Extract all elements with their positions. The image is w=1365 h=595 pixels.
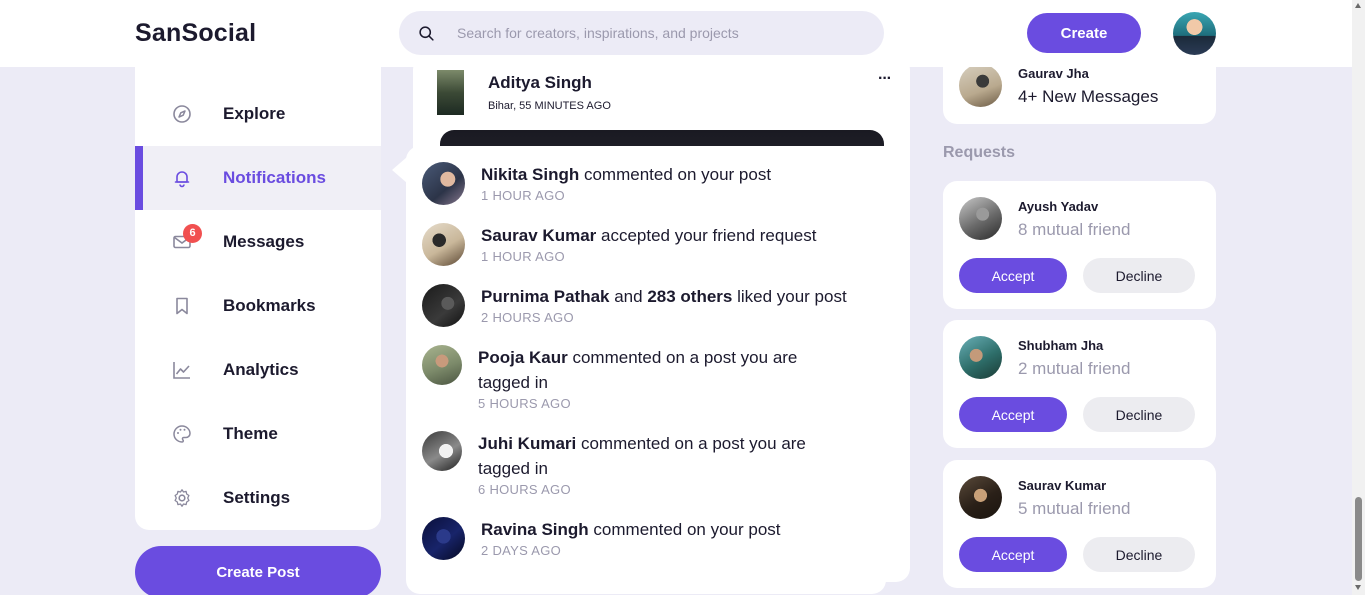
accept-button[interactable]: Accept [959,258,1067,293]
notification-avatar[interactable] [422,223,465,266]
notification-time: 6 HOURS AGO [478,482,571,497]
notification-time: 2 DAYS AGO [481,543,562,558]
notification-avatar[interactable] [422,431,462,471]
create-button[interactable]: Create [1027,13,1141,53]
notification-text: Purnima Pathak and 283 others liked your… [481,287,847,306]
sidebar-item-analytics[interactable]: Analytics [135,338,381,402]
search-icon [419,26,434,41]
accept-button[interactable]: Accept [959,537,1067,572]
notification-avatar[interactable] [422,162,465,205]
request-mutual: 8 mutual friend [1018,220,1131,239]
notification-text: Juhi Kumari commented on a post you are … [478,434,806,478]
sidebar-item-label: Settings [223,488,291,507]
app-logo[interactable]: SanSocial [135,19,256,48]
notification-text: Pooja Kaur commented on a post you are t… [478,348,798,392]
notification-user[interactable]: Pooja Kaur [478,348,568,367]
sidebar-item-label: Messages [223,232,305,251]
messages-badge: 6 [183,224,202,243]
request-mutual: 2 mutual friend [1018,359,1131,378]
sidebar-item-messages[interactable]: 6 Messages [135,210,381,274]
notification-user[interactable]: Saurav Kumar [481,226,596,245]
messages-count: 4+ New Messages [1018,87,1159,106]
request-name[interactable]: Ayush Yadav [1018,199,1098,214]
more-options-icon[interactable]: ··· [878,70,892,88]
notification-user[interactable]: Purnima Pathak [481,287,610,306]
top-bar: SanSocial Create [0,0,1352,67]
notification-user[interactable]: Juhi Kumari [478,434,576,453]
scroll-down-arrow-icon[interactable] [1355,585,1361,590]
notifications-popup: Nikita Singh commented on your post 1 HO… [406,146,886,594]
sidebar-item-bookmarks[interactable]: Bookmarks [135,274,381,338]
sidebar-item-explore[interactable]: Explore [135,82,381,146]
messages-avatar[interactable] [959,64,1002,107]
user-avatar[interactable] [1173,12,1216,55]
sidebar-item-label: Bookmarks [223,296,316,315]
notification-avatar[interactable] [422,345,462,385]
post-author-name[interactable]: Aditya Singh [488,73,592,93]
sidebar-item-label: Explore [223,104,286,123]
page-scrollbar[interactable] [1352,0,1365,595]
request-avatar[interactable] [959,336,1002,379]
friend-request-card: Ayush Yadav 8 mutual friend Accept Decli… [943,181,1216,309]
requests-heading: Requests [943,144,1016,161]
post-meta: Bihar, 55 MINUTES AGO [488,100,611,112]
sidebar-item-settings[interactable]: Settings [135,466,381,530]
sidebar-item-theme[interactable]: Theme [135,402,381,466]
friend-request-card: Shubham Jha 2 mutual friend Accept Decli… [943,320,1216,448]
decline-button[interactable]: Decline [1083,537,1195,572]
request-mutual: 5 mutual friend [1018,499,1131,518]
post-author-avatar[interactable] [437,70,464,115]
decline-button[interactable]: Decline [1083,397,1195,432]
bell-icon [174,171,190,188]
popup-arrow [392,157,407,183]
sidebar-item-notifications[interactable]: Notifications [135,146,381,210]
scroll-up-arrow-icon[interactable] [1355,3,1361,8]
sidebar-item-label: Analytics [223,360,299,379]
messages-sender: Gaurav Jha [1018,66,1089,81]
chart-icon [173,362,190,379]
notification-time: 1 HOUR AGO [481,249,565,264]
accept-button[interactable]: Accept [959,397,1067,432]
compass-icon [173,105,191,123]
sidebar-item-label: Theme [223,424,278,443]
decline-button[interactable]: Decline [1083,258,1195,293]
bookmark-icon [176,297,188,315]
gear-icon [174,489,190,507]
request-name[interactable]: Saurav Kumar [1018,478,1106,493]
friend-request-card: Saurav Kumar 5 mutual friend Accept Decl… [943,460,1216,588]
request-name[interactable]: Shubham Jha [1018,338,1103,353]
notification-text: Ravina Singh commented on your post [481,520,781,539]
search-bar[interactable] [399,11,884,55]
notification-time: 2 HOURS AGO [481,310,574,325]
notification-text: Saurav Kumar accepted your friend reques… [481,226,817,245]
notification-others[interactable]: 283 others [647,287,732,306]
request-avatar[interactable] [959,197,1002,240]
create-post-button[interactable]: Create Post [135,546,381,595]
notification-time: 5 HOURS AGO [478,396,571,411]
request-avatar[interactable] [959,476,1002,519]
sidebar-item-label: Notifications [223,168,326,187]
notification-user[interactable]: Nikita Singh [481,165,579,184]
notification-avatar[interactable] [422,284,465,327]
notification-text: Nikita Singh commented on your post [481,165,772,184]
search-input[interactable] [457,22,867,44]
notification-time: 1 HOUR AGO [481,188,565,203]
palette-icon [173,425,191,443]
notification-avatar[interactable] [422,517,465,560]
sidebar-nav: Explore Notifications 6 Messages Bookmar… [135,67,381,530]
notification-user[interactable]: Ravina Singh [481,520,589,539]
scroll-thumb[interactable] [1355,497,1362,581]
